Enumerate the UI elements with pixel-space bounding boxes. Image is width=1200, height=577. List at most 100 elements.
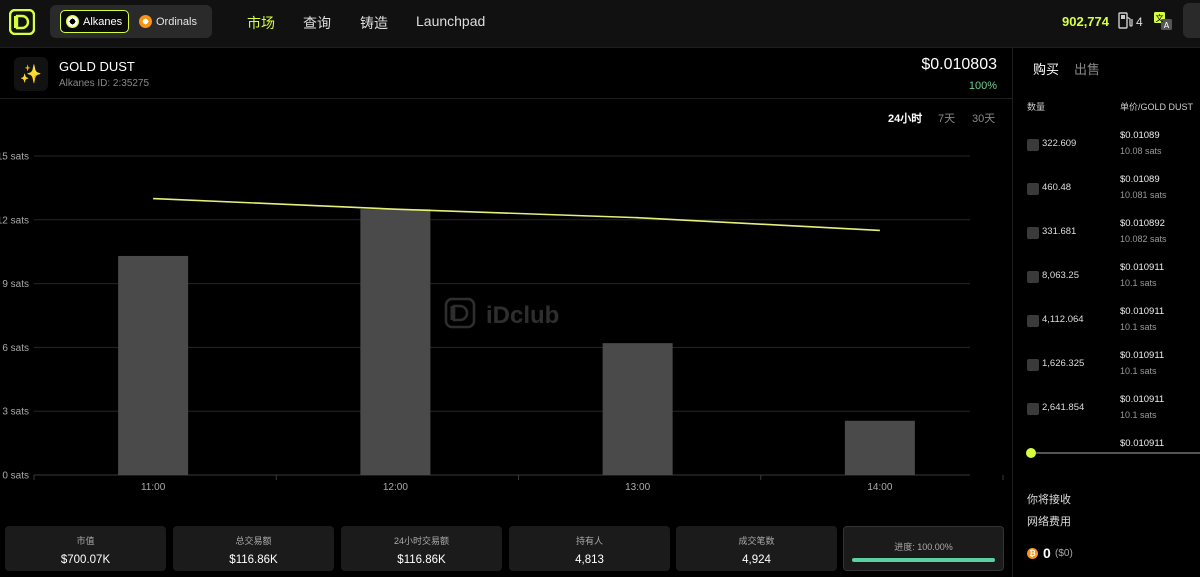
volume-bar [844,420,915,475]
order-row[interactable]: 2,641.854 $0.010911 10.1 sats [1013,392,1200,436]
receive-label: 你将接收 [1027,494,1071,506]
order-qty: 2,641.854 [1042,402,1085,413]
total-amount: 0 [1043,545,1051,561]
tab-buy[interactable]: 购买 [1033,59,1059,78]
order-sats: 10.1 sats [1120,322,1157,332]
stat-market-cap: 市值 $700.07K [5,526,166,571]
stat-value: $700.07K [60,554,111,566]
bitcoin-icon: ₿ [1027,548,1038,559]
order-checkbox[interactable] [1027,271,1039,283]
price-change: 100% [968,80,997,92]
stat-label: 24小时交易额 [393,536,449,546]
stat-value: $116.86K [397,554,446,566]
stat-24h-volume: 24小时交易额 $116.86K [341,526,502,571]
order-row[interactable]: $0.010911 [1013,436,1200,450]
order-sats: 10.08 sats [1120,146,1162,156]
price-line [153,197,880,232]
token-header: ✨ GOLD DUST Alkanes ID: 2:35275 $0.01080… [0,48,1012,99]
timeframe-30d[interactable]: 30天 [972,110,995,126]
order-price: $0.010911 [1120,262,1165,273]
svg-text:A: A [1164,21,1170,30]
y-tick-label: 12 sats [0,215,29,226]
stat-value: 4,813 [575,554,604,566]
order-price: $0.01089 [1120,130,1160,141]
idclub-watermark-icon [444,297,476,329]
order-qty: 1,626.325 [1042,358,1085,369]
stat-label: 市值 [76,536,95,546]
order-sats: 10.1 sats [1120,410,1157,420]
stat-holders: 持有人 4,813 [509,526,670,571]
order-price: $0.01089 [1120,174,1160,185]
order-price: $0.010911 [1120,350,1165,361]
stat-value: $116.86K [229,554,278,566]
nav-market[interactable]: 市场 [247,13,275,33]
order-qty: 4,112.064 [1042,314,1084,325]
order-checkbox[interactable] [1027,315,1039,327]
column-quantity: 数量 [1027,102,1046,112]
stat-total-volume: 总交易额 $116.86K [173,526,334,571]
order-row[interactable]: 331.681 $0.010892 10.082 sats [1013,216,1200,260]
order-checkbox[interactable] [1027,139,1039,151]
watermark: iDclub [444,297,559,329]
idclub-logo-icon[interactable] [9,9,35,35]
line-series [153,197,880,232]
y-tick-label: 15 sats [0,152,29,163]
order-row[interactable]: 8,063.25 $0.010911 10.1 sats [1013,260,1200,304]
order-row[interactable]: 4,112.064 $0.010911 10.1 sats [1013,304,1200,348]
y-tick-label: 3 sats [2,407,29,418]
order-qty: 460.48 [1042,182,1072,193]
nav-query[interactable]: 查询 [303,13,331,33]
amount-slider-track[interactable] [1031,452,1200,454]
chain-tab-alkanes[interactable]: Alkanes [60,10,130,33]
order-qty: 322.609 [1042,138,1077,149]
x-tick-label: 13:00 [625,482,650,493]
stat-value: 4,924 [742,554,771,566]
order-price: $0.010911 [1120,306,1165,317]
order-checkbox[interactable] [1027,359,1039,371]
tab-sell[interactable]: 出售 [1074,59,1100,78]
order-sats: 10.1 sats [1120,366,1157,376]
progress-label: 进度: 100.00% [894,542,953,552]
nav-launchpad[interactable]: Launchpad [416,13,485,29]
order-qty: 331.681 [1042,226,1077,237]
order-row[interactable]: 1,626.325 $0.010911 10.1 sats [1013,348,1200,392]
nav-mint[interactable]: 铸造 [360,13,388,33]
watermark-text: iDclub [486,302,559,329]
stat-trades: 成交笔数 4,924 [676,526,837,571]
column-unit-price: 单价/GOLD DUST [1120,102,1194,112]
stat-progress: 进度: 100.00% [843,526,1004,571]
sparkles-icon: ✨ [14,57,48,91]
alkanes-icon [66,15,79,28]
order-qty: 8,063.25 [1042,270,1079,281]
translate-icon[interactable]: 文 A [1154,12,1172,30]
order-checkbox[interactable] [1027,227,1039,239]
y-tick-label: 0 sats [2,471,29,482]
ordinals-icon [139,15,152,28]
order-checkbox[interactable] [1027,183,1039,195]
timeframe-24h[interactable]: 24小时 [888,110,922,126]
chain-tab-ordinals[interactable]: Ordinals [134,10,203,33]
volume-bar [602,343,673,475]
order-row[interactable]: 460.48 $0.01089 10.081 sats [1013,172,1200,216]
stat-label: 持有人 [575,536,603,546]
x-tick-label: 11:00 [141,482,166,493]
chain-label: Ordinals [156,15,197,28]
network-fee-label: 网络费用 [1027,516,1071,528]
account-button[interactable] [1183,3,1200,38]
wallet-balance: 902,774 [1062,14,1109,29]
stat-label: 成交笔数 [738,536,775,546]
amount-slider-handle[interactable] [1026,448,1036,458]
timeframe-7d[interactable]: 7天 [938,110,955,126]
progress-fill [852,558,995,562]
order-price: $0.010911 [1120,394,1165,405]
price-volume-chart: iDclub 0 sats 3 sats 6 sats 9 sats 12 sats 15… [0,152,1004,493]
y-tick-label: 6 sats [2,343,29,354]
progress-bar [852,558,995,562]
order-sats: 10.1 sats [1120,278,1157,288]
order-row[interactable]: 322.609 $0.01089 10.08 sats [1013,128,1200,172]
x-tick-label: 12:00 [383,482,408,493]
order-checkbox[interactable] [1027,403,1039,415]
order-price: $0.010892 [1120,218,1165,229]
gas-pump-icon [1118,12,1133,29]
y-tick-label: 9 sats [2,279,29,290]
